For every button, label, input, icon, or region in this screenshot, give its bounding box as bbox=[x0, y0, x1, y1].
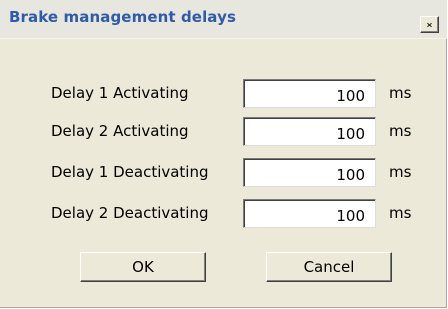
delay-2-deactivating-label: Delay 2 Deactivating bbox=[51, 204, 209, 222]
cancel-button[interactable]: Cancel bbox=[266, 252, 392, 282]
delay-2-activating-unit: ms bbox=[389, 122, 412, 140]
delay-1-deactivating-label: Delay 1 Deactivating bbox=[51, 163, 209, 181]
title-bar[interactable]: Brake management delays bbox=[0, 0, 447, 39]
brake-delays-dialog: Brake management delays Delay 1 Activati… bbox=[0, 0, 447, 308]
delay-1-deactivating-input[interactable] bbox=[243, 158, 376, 187]
delay-2-activating-input[interactable] bbox=[243, 117, 376, 146]
delay-1-activating-unit: ms bbox=[389, 84, 412, 102]
close-icon bbox=[427, 22, 432, 27]
delay-2-deactivating-input[interactable] bbox=[243, 199, 376, 228]
delay-2-deactivating-unit: ms bbox=[389, 204, 412, 222]
close-button[interactable] bbox=[420, 16, 439, 33]
dialog-title: Brake management delays bbox=[9, 8, 236, 26]
delay-2-activating-label: Delay 2 Activating bbox=[51, 122, 189, 140]
delay-1-activating-input[interactable] bbox=[243, 79, 376, 108]
ok-button[interactable]: OK bbox=[80, 252, 206, 282]
delay-1-deactivating-unit: ms bbox=[389, 163, 412, 181]
delay-1-activating-label: Delay 1 Activating bbox=[51, 84, 189, 102]
